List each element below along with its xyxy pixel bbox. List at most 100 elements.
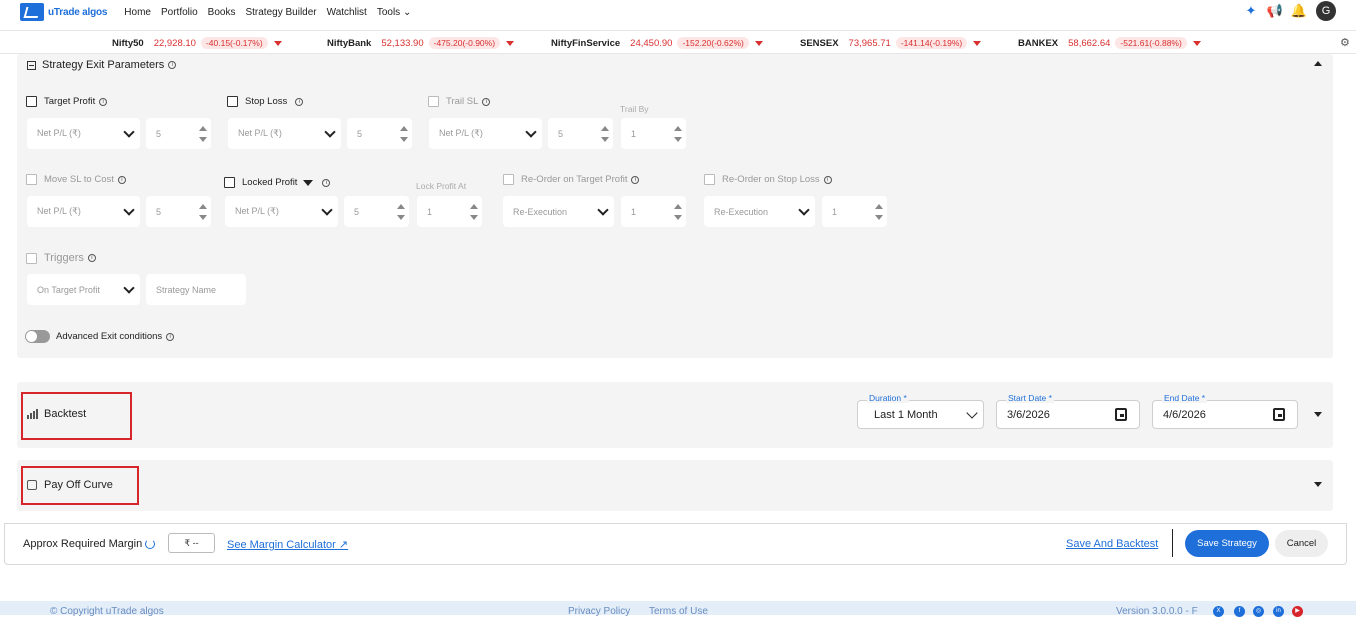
spinner-icon[interactable] (601, 126, 609, 142)
locked-profit-type-select[interactable]: Net P/L (₹) (225, 196, 338, 227)
spinner-icon[interactable] (397, 204, 405, 220)
info-icon: i (322, 178, 331, 187)
info-icon: i (823, 175, 832, 184)
input-value: 5 (357, 128, 363, 139)
reorder-sl-value[interactable]: 1 (822, 196, 887, 227)
checkbox-box (227, 96, 238, 107)
locked-profit-checkbox[interactable]: Locked Profit i (224, 177, 331, 188)
ticker-item[interactable]: SENSEX 73,965.71 -141.14(-0.19%) (800, 37, 982, 49)
megaphone-icon[interactable]: 📢 (1266, 2, 1284, 20)
ticker-item[interactable]: BANKEX 58,662.64 -521.61(-0.88%) (1018, 37, 1201, 49)
move-sl-value[interactable]: 5 (146, 196, 211, 227)
ticker-price: 73,965.71 (848, 37, 891, 49)
expand-icon[interactable] (1314, 482, 1322, 487)
move-sl-type-select[interactable]: Net P/L (₹) (27, 196, 140, 227)
spinner-icon[interactable] (199, 204, 207, 220)
bell-icon[interactable]: 🔔 (1290, 2, 1308, 20)
save-and-backtest-link[interactable]: Save And Backtest (1066, 538, 1158, 550)
gear-icon[interactable]: ⚙ (1340, 37, 1352, 49)
info-icon: i (166, 332, 175, 341)
end-date-input[interactable]: End Date * 4/6/2026 (1152, 393, 1298, 429)
sparkle-icon[interactable]: ✦ (1242, 2, 1260, 20)
logo[interactable]: uTrade algos (20, 3, 107, 21)
checkbox-box (26, 174, 37, 185)
nav-watchlist[interactable]: Watchlist (327, 7, 367, 18)
trail-sl-type-select[interactable]: Net P/L (₹) (429, 118, 542, 149)
nav-books[interactable]: Books (208, 7, 236, 18)
down-arrow-icon (273, 40, 282, 46)
spinner-icon[interactable] (674, 204, 682, 220)
checkbox-box (224, 177, 235, 188)
trail-sl-value[interactable]: 5 (548, 118, 613, 149)
select-value: Net P/L (₹) (37, 128, 81, 138)
select-value: Re-Execution (714, 206, 769, 217)
spinner-icon[interactable] (400, 126, 408, 142)
input-value: 5 (354, 206, 360, 217)
duration-value: Last 1 Month (874, 408, 938, 421)
reorder-tp-value[interactable]: 1 (621, 196, 686, 227)
move-sl-to-cost-checkbox[interactable]: Move SL to Cost i (26, 174, 126, 185)
ticker-name: NiftyFinService (551, 37, 621, 49)
reorder-tp-type-select[interactable]: Re-Execution (503, 196, 614, 227)
calendar-icon[interactable] (1273, 408, 1285, 421)
reorder-target-profit-checkbox[interactable]: Re-Order on Target Profit i (503, 174, 640, 185)
expand-icon[interactable] (1314, 412, 1322, 417)
advanced-exit-label: Advanced Exit conditions i (56, 331, 175, 342)
duration-select[interactable]: Duration * Last 1 Month (857, 393, 984, 429)
target-profit-checkbox[interactable]: Target Profit i (26, 96, 108, 107)
ticker-item[interactable]: NiftyFinService 24,450.90 -152.20(-0.62%… (551, 37, 763, 49)
panel-title[interactable]: Strategy Exit Parameters i (27, 59, 177, 71)
margin-calculator-link[interactable]: See Margin Calculator ↗ (227, 538, 348, 551)
end-date-value: 4/6/2026 (1163, 408, 1206, 421)
strategy-name-input[interactable]: Strategy Name (146, 274, 246, 305)
stop-loss-type-select[interactable]: Net P/L (₹) (228, 118, 341, 149)
spinner-icon[interactable] (470, 204, 478, 220)
linkedin-icon[interactable]: in (1273, 606, 1284, 617)
ticker-item[interactable]: NiftyBank 52,133.90 -475.20(-0.90%) (327, 37, 515, 49)
lock-profit-at-label: Lock Profit At (416, 181, 467, 191)
x-icon[interactable]: X (1213, 606, 1224, 617)
select-value: Re-Execution (513, 206, 568, 217)
locked-profit-value[interactable]: 5 (344, 196, 409, 227)
spinner-icon[interactable] (199, 126, 207, 142)
dropdown-arrow-icon[interactable] (303, 179, 314, 186)
privacy-link[interactable]: Privacy Policy (568, 606, 630, 617)
end-date-label: End Date * (1162, 393, 1208, 403)
chevron-down-icon (321, 204, 333, 216)
nav-portfolio[interactable]: Portfolio (161, 7, 198, 18)
advanced-exit-toggle[interactable] (25, 330, 50, 343)
instagram-icon[interactable]: ◎ (1253, 606, 1264, 617)
spinner-icon[interactable] (674, 126, 682, 142)
youtube-icon[interactable]: ▶ (1292, 606, 1303, 617)
caret-up-icon[interactable] (1314, 61, 1322, 66)
target-profit-type-select[interactable]: Net P/L (₹) (27, 118, 140, 149)
trail-sl-checkbox[interactable]: Trail SL i (428, 96, 491, 107)
terms-link[interactable]: Terms of Use (649, 606, 708, 617)
cancel-button[interactable]: Cancel (1275, 530, 1328, 557)
stop-loss-checkbox[interactable]: Stop Loss i (227, 96, 304, 107)
start-date-label: Start Date * (1006, 393, 1054, 403)
checkbox-label: Re-Order on Stop Loss (722, 174, 820, 185)
nav-tools[interactable]: Tools ⌄ (377, 7, 412, 18)
trail-by-value[interactable]: 1 (621, 118, 686, 149)
spinner-icon[interactable] (875, 204, 883, 220)
checkbox-box (26, 252, 37, 264)
ticker-item[interactable]: Nifty50 22,928.10 -40.15(-0.17%) (112, 37, 282, 49)
approx-margin-label: Approx Required Margin (23, 538, 156, 550)
avatar[interactable]: G (1316, 1, 1336, 21)
lock-profit-at-value[interactable]: 1 (417, 196, 482, 227)
trigger-type-select[interactable]: On Target Profit (27, 274, 140, 305)
checkbox-box (428, 96, 439, 107)
nav-strategy-builder[interactable]: Strategy Builder (245, 7, 316, 18)
triggers-checkbox[interactable]: Triggers i (26, 252, 96, 264)
refresh-icon[interactable] (145, 539, 156, 549)
reorder-sl-type-select[interactable]: Re-Execution (704, 196, 815, 227)
start-date-input[interactable]: Start Date * 3/6/2026 (996, 393, 1140, 429)
facebook-icon[interactable]: f (1234, 606, 1245, 617)
stop-loss-value[interactable]: 5 (347, 118, 412, 149)
nav-home[interactable]: Home (124, 7, 151, 18)
reorder-stop-loss-checkbox[interactable]: Re-Order on Stop Loss i (704, 174, 832, 185)
target-profit-value[interactable]: 5 (146, 118, 211, 149)
save-strategy-button[interactable]: Save Strategy (1185, 530, 1269, 557)
calendar-icon[interactable] (1115, 408, 1127, 421)
